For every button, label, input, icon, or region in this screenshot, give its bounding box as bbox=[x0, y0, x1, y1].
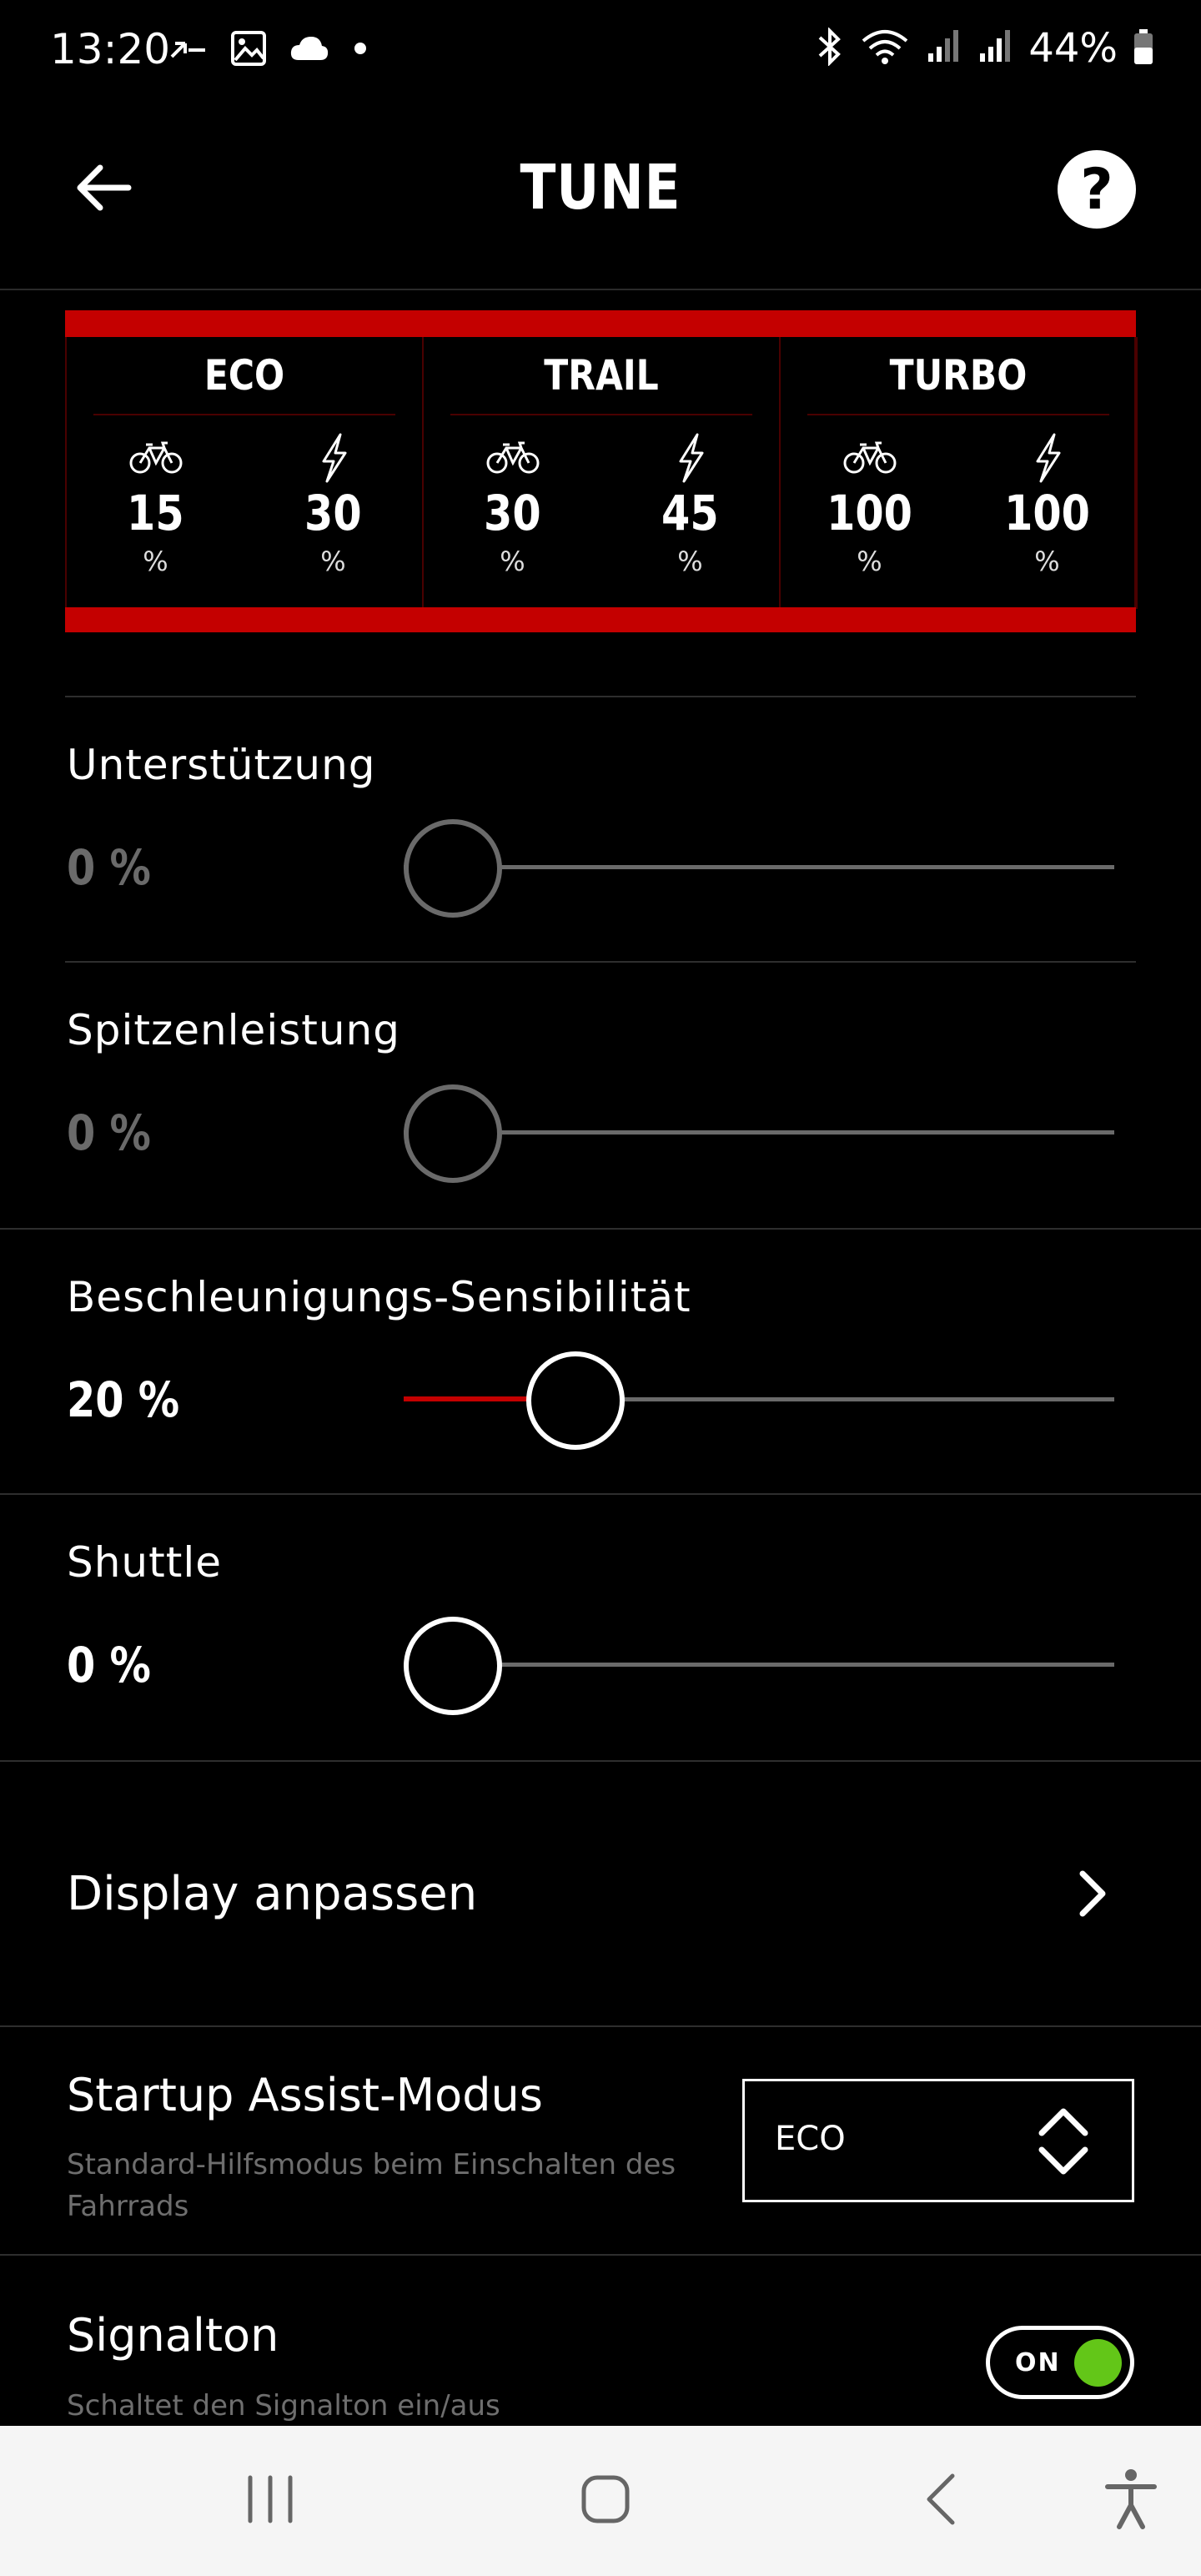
display-settings-label: Display anpassen bbox=[67, 1867, 478, 1921]
mode-column-trail: TRAIL 30 % 45 % bbox=[424, 337, 781, 609]
app-header: TUNE ? bbox=[0, 105, 1201, 290]
help-button[interactable]: ? bbox=[1058, 150, 1136, 229]
bicycle-icon bbox=[843, 430, 897, 486]
signal-icon bbox=[977, 28, 1013, 68]
battery-icon bbox=[1133, 28, 1154, 69]
toggle-state-label: ON bbox=[1015, 2348, 1061, 2377]
signal-tone-description: Schaltet den Signalton ein/aus bbox=[67, 2389, 500, 2423]
status-time: 13:20 bbox=[50, 25, 171, 73]
gallery-icon bbox=[230, 30, 267, 70]
system-navigation-bar bbox=[0, 2426, 1201, 2576]
mode-assist-value: 30 % bbox=[446, 430, 580, 577]
signal-icon bbox=[925, 28, 962, 68]
status-bar: 13:20 44% bbox=[0, 0, 1201, 105]
toggle-knob bbox=[1074, 2339, 1122, 2387]
dot-icon bbox=[352, 40, 369, 60]
lightning-icon bbox=[317, 430, 350, 486]
mode-peak-value: 100 % bbox=[981, 430, 1114, 577]
table-top-bar bbox=[65, 310, 1136, 337]
slider-row-spitzenleistung: Spitzenleistung 0 % bbox=[0, 963, 1201, 1228]
recent-apps-button[interactable] bbox=[229, 2459, 312, 2543]
mode-assist-value: 15 % bbox=[89, 430, 223, 577]
slider-row-shuttle: Shuttle 0 % bbox=[0, 1495, 1201, 1760]
slider-thumb[interactable] bbox=[404, 1084, 502, 1183]
lightning-icon bbox=[674, 430, 707, 486]
slider-track[interactable] bbox=[404, 865, 1114, 869]
status-icons-right: 44% bbox=[815, 25, 1154, 72]
bicycle-icon bbox=[129, 430, 183, 486]
mode-assist-value: 100 % bbox=[803, 430, 937, 577]
table-bottom-bar bbox=[65, 607, 1136, 632]
home-button[interactable] bbox=[564, 2459, 647, 2543]
slider-value: 0 % bbox=[67, 839, 151, 896]
startup-assist-label: Startup Assist-Modus bbox=[67, 2069, 543, 2121]
mode-column-turbo: TURBO 100 % 100 % bbox=[781, 337, 1138, 609]
recent-apps-icon bbox=[244, 2474, 297, 2528]
display-settings-row[interactable]: Display anpassen bbox=[0, 1763, 1201, 2027]
missed-call-icon bbox=[168, 32, 209, 68]
mode-name: TRAIL bbox=[450, 337, 753, 415]
slider-row-unterstuetzung: Unterstützung 0 % bbox=[0, 697, 1201, 963]
slider-label: Beschleunigungs-Sensibilität bbox=[67, 1273, 691, 1321]
mode-name: ECO bbox=[93, 337, 396, 415]
slider-track[interactable] bbox=[404, 1130, 1114, 1135]
divider bbox=[0, 1760, 1201, 1762]
slider-track[interactable] bbox=[404, 1663, 1114, 1667]
signal-tone-label: Signalton bbox=[67, 2309, 279, 2362]
battery-percent: 44% bbox=[1028, 25, 1118, 72]
bluetooth-icon bbox=[815, 27, 845, 69]
mode-column-eco: ECO 15 % 30 % bbox=[67, 337, 424, 609]
signal-tone-toggle[interactable]: ON bbox=[986, 2326, 1134, 2399]
slider-thumb[interactable] bbox=[525, 1351, 625, 1450]
chevron-up-down-icon bbox=[1037, 2103, 1090, 2183]
mode-summary-table: ECO 15 % 30 % TRAIL 30 % 45 % TURBO 100 … bbox=[65, 310, 1138, 632]
chevron-left-icon bbox=[922, 2473, 959, 2529]
slider-value: 0 % bbox=[67, 1104, 151, 1161]
slider-row-beschleunigung: Beschleunigungs-Sensibilität 20 % bbox=[0, 1230, 1201, 1495]
startup-mode-value: ECO bbox=[775, 2120, 846, 2158]
startup-assist-description: Standard-Hilfsmodus beim Einschalten des… bbox=[67, 2148, 676, 2223]
wifi-icon bbox=[860, 28, 910, 69]
lightning-icon bbox=[1031, 430, 1064, 486]
system-back-button[interactable] bbox=[899, 2459, 982, 2543]
bicycle-icon bbox=[486, 430, 540, 486]
chevron-right-icon bbox=[1076, 1869, 1109, 1922]
accessibility-icon bbox=[1104, 2468, 1158, 2533]
accessibility-button[interactable] bbox=[1089, 2459, 1173, 2543]
startup-mode-select[interactable]: ECO bbox=[742, 2079, 1134, 2202]
startup-assist-row: Startup Assist-Modus Standard-Hilfsmodus… bbox=[0, 2029, 1201, 2256]
question-icon: ? bbox=[1080, 156, 1113, 223]
signal-tone-row: Signalton Schaltet den Signalton ein/aus… bbox=[0, 2257, 1201, 2424]
page-title: TUNE bbox=[520, 152, 681, 224]
slider-fill bbox=[404, 1396, 531, 1401]
slider-value: 20 % bbox=[67, 1371, 180, 1428]
home-icon bbox=[579, 2473, 632, 2529]
slider-label: Unterstützung bbox=[67, 741, 376, 789]
slider-value: 0 % bbox=[67, 1637, 151, 1693]
slider-thumb[interactable] bbox=[404, 819, 502, 918]
slider-label: Spitzenleistung bbox=[67, 1006, 400, 1054]
mode-peak-value: 30 % bbox=[267, 430, 400, 577]
slider-thumb[interactable] bbox=[404, 1617, 502, 1715]
mode-peak-value: 45 % bbox=[624, 430, 757, 577]
cloud-icon bbox=[289, 33, 330, 67]
status-icons-left bbox=[168, 30, 369, 70]
slider-label: Shuttle bbox=[67, 1538, 222, 1587]
mode-name: TURBO bbox=[807, 337, 1110, 415]
